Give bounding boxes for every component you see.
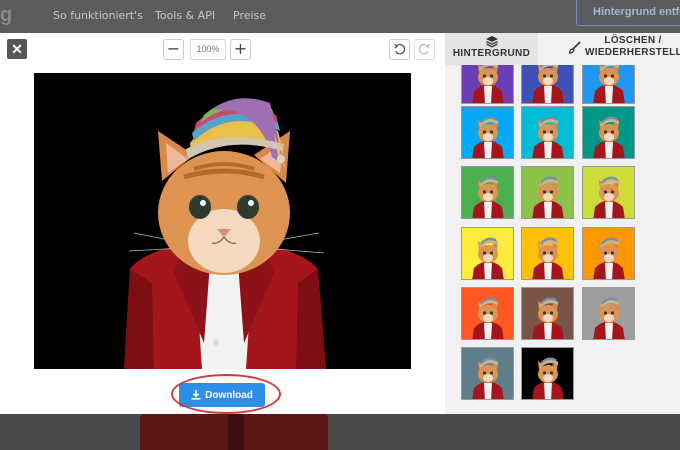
background-swatch[interactable] bbox=[521, 106, 574, 159]
background-swatch[interactable] bbox=[461, 106, 514, 159]
background-swatch[interactable] bbox=[461, 287, 514, 340]
redo-icon bbox=[418, 43, 430, 55]
close-button[interactable]: ✕ bbox=[7, 39, 27, 59]
nav-link-how-it-works[interactable]: So funktioniert's bbox=[53, 9, 143, 22]
background-swatch[interactable] bbox=[461, 227, 514, 280]
background-swatch[interactable] bbox=[461, 166, 514, 219]
site-logo[interactable]: g bbox=[0, 4, 14, 27]
background-swatch[interactable] bbox=[582, 166, 635, 219]
remove-background-button[interactable]: Hintergrund entfe bbox=[576, 0, 680, 26]
redo-button[interactable] bbox=[414, 39, 435, 60]
top-navigation: g So funktioniert's Tools & API Preise H… bbox=[0, 0, 680, 33]
nav-link-pricing[interactable]: Preise bbox=[233, 9, 266, 22]
editor-modal: ✕ − 100% + Download HINTERGRUND LÖSCHEN … bbox=[0, 33, 680, 414]
layers-icon bbox=[485, 36, 498, 48]
nav-link-tools-api[interactable]: Tools & API bbox=[155, 9, 215, 22]
download-button-label: Download bbox=[205, 389, 253, 401]
editor-canvas-pane: ✕ − 100% + Download bbox=[0, 33, 445, 414]
zoom-out-button[interactable]: − bbox=[163, 39, 184, 60]
undo-button[interactable] bbox=[389, 39, 410, 60]
background-swatch[interactable] bbox=[521, 347, 574, 400]
tab-erase-restore-label: LÖSCHEN / WIEDERHERSTELLEN bbox=[585, 35, 680, 58]
brush-icon bbox=[568, 40, 581, 54]
cat-photo bbox=[124, 98, 326, 369]
background-swatch[interactable] bbox=[461, 65, 514, 104]
download-icon bbox=[191, 390, 201, 400]
background-swatch[interactable] bbox=[582, 65, 635, 104]
page-background bbox=[0, 414, 680, 450]
tab-erase-restore[interactable]: LÖSCHEN / WIEDERHERSTELLEN bbox=[568, 33, 680, 65]
undo-icon bbox=[394, 43, 406, 55]
options-sidebar: HINTERGRUND LÖSCHEN / WIEDERHERSTELLEN bbox=[445, 33, 680, 414]
background-swatch[interactable] bbox=[582, 227, 635, 280]
tab-background-label: HINTERGRUND bbox=[452, 48, 531, 59]
tab-background[interactable]: HINTERGRUND bbox=[445, 33, 538, 65]
background-swatch[interactable] bbox=[521, 65, 574, 104]
zoom-in-button[interactable]: + bbox=[230, 39, 251, 60]
zoom-level-display: 100% bbox=[190, 39, 226, 60]
image-preview[interactable] bbox=[34, 73, 411, 369]
background-swatch[interactable] bbox=[582, 106, 635, 159]
background-swatch[interactable] bbox=[521, 287, 574, 340]
background-image-fragment bbox=[140, 414, 328, 450]
background-swatch[interactable] bbox=[521, 227, 574, 280]
background-swatch[interactable] bbox=[521, 166, 574, 219]
download-button[interactable]: Download bbox=[179, 383, 265, 407]
background-swatch[interactable] bbox=[582, 287, 635, 340]
background-swatch[interactable] bbox=[461, 347, 514, 400]
